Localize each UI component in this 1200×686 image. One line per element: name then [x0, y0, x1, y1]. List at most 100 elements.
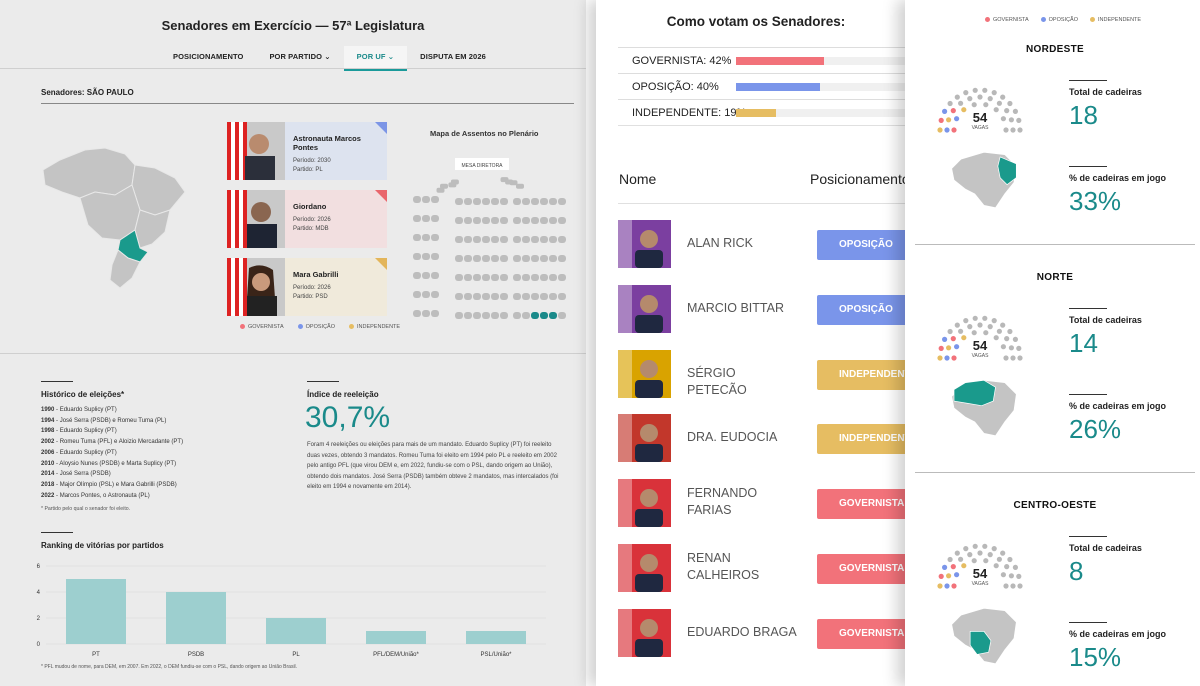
plenary-seat	[422, 291, 430, 298]
x-tick-label: PFL/DEM/União*	[373, 652, 419, 656]
senator-row[interactable]: EDUARDO BRAGA GOVERNISTA	[618, 608, 916, 661]
plenary-seat	[431, 310, 439, 317]
senator-name: MARCIO BITTAR	[687, 300, 784, 315]
plenary-seat	[473, 274, 481, 281]
history-year: 1994	[41, 417, 55, 424]
history-year: 1990	[41, 407, 55, 413]
plenary-seat	[473, 236, 481, 243]
senator-row[interactable]: RENAN CALHEIROS GOVERNISTA	[618, 544, 916, 596]
plenary-seat	[440, 183, 448, 189]
x-tick-label: PSDB	[188, 652, 204, 656]
senator-row[interactable]: FERNANDO FARIAS GOVERNISTA	[618, 479, 916, 531]
plenary-seat	[500, 312, 508, 319]
history-text: - José Serra (PSDB) e Romeu Tuma (PL)	[54, 417, 167, 424]
plenary-seat	[413, 291, 421, 298]
history-text: - Aloysio Nunes (PSDB) e Marta Suplicy (…	[54, 460, 177, 467]
plenary-seat	[491, 274, 499, 281]
region-map[interactable]	[939, 150, 1029, 210]
brazil-map[interactable]	[40, 140, 190, 290]
senator-row[interactable]: ALAN RICK OPOSIÇÃO	[618, 220, 916, 272]
votes-title: Como votam os Senadores:	[666, 14, 846, 29]
region-map[interactable]	[939, 378, 1029, 438]
total-seats-value: 18	[1069, 100, 1098, 130]
divider	[0, 68, 586, 69]
history-item: 2006 - Eduardo Suplicy (PT)	[41, 448, 183, 459]
y-tick-label: 2	[37, 616, 41, 622]
plenary-seat	[422, 272, 430, 279]
senator-name: Mara Gabrilli	[293, 270, 339, 279]
seat-dot	[996, 100, 1002, 106]
tab-label: POR UF	[356, 52, 386, 61]
senator-row[interactable]: DRA. EUDOCIA INDEPENDENTE	[618, 414, 916, 466]
legend-dot	[985, 17, 990, 23]
uf-panel: Senadores em Exercício — 57ª Legislatura…	[0, 0, 586, 686]
plenary-seat	[549, 274, 557, 281]
senator-card[interactable]: Giordano Período: 2026 Partido: MDB	[227, 190, 387, 248]
plenary-seat	[531, 293, 539, 300]
senator-card[interactable]: Mara Gabrilli Período: 2026 Partido: PSD	[227, 258, 387, 316]
seat-dot	[982, 87, 988, 93]
vote-label: OPOSIÇÃO: 40%	[632, 81, 719, 93]
region-map[interactable]	[939, 606, 1029, 666]
legend-dot	[1090, 17, 1095, 23]
seat-dot	[991, 318, 997, 324]
seat-dot	[982, 315, 988, 321]
legend-dot	[349, 324, 354, 330]
senator-name: EDUARDO BRAGA	[687, 624, 797, 639]
plenary-seat	[455, 274, 463, 281]
seat-count: 54	[972, 338, 988, 353]
plenary-seat	[482, 274, 490, 281]
history-text: - Marcos Pontes, o Astronauta (PL)	[54, 492, 150, 499]
seat-dot	[982, 543, 988, 549]
plenary-seat	[422, 253, 430, 260]
divider	[0, 353, 586, 354]
pct-seats-label: % de cadeiras em jogo	[1069, 173, 1167, 183]
plenary-seat	[482, 312, 490, 319]
tab-label: POR PARTIDO	[269, 52, 323, 61]
plenary-seat	[531, 198, 539, 205]
column-header-name[interactable]: Nome	[619, 171, 656, 187]
vote-track	[736, 83, 916, 91]
legend-dot	[240, 324, 245, 330]
history-title: Histórico de eleições*	[41, 390, 125, 399]
vote-label: GOVERNISTA: 42%	[632, 55, 732, 67]
plenary-seat	[473, 198, 481, 205]
seat-hemicycle: 54 VAGAS	[935, 80, 1025, 136]
seat-dot	[1007, 100, 1013, 107]
senator-row[interactable]: MARCIO BITTAR OPOSIÇÃO	[618, 284, 916, 337]
tab-label: DISPUTA EM 2026	[420, 52, 486, 61]
history-item: 2010 - Aloysio Nunes (PSDB) e Marta Supl…	[41, 459, 183, 470]
plenary-seat	[513, 217, 521, 224]
map-region-north[interactable]	[42, 147, 136, 199]
pct-seats-label: % de cadeiras em jogo	[1069, 401, 1167, 411]
legend-label: INDEPENDENTE	[1098, 17, 1142, 23]
senator-name: RENAN CALHEIROS	[687, 551, 760, 582]
map-region-northeast[interactable]	[131, 164, 186, 216]
map-region-southeast[interactable]	[134, 209, 171, 249]
plenary-seat	[522, 293, 530, 300]
ranking-title: Ranking de vitórias por partidos	[41, 541, 164, 550]
vote-bar	[736, 57, 825, 65]
plenary-seat	[455, 293, 463, 300]
senator-row[interactable]: SÉRGIO PETECÃO INDEPENDENTE	[618, 349, 916, 402]
bar	[66, 579, 126, 644]
position-marker	[375, 258, 387, 270]
seat-count-label: VAGAS	[971, 581, 989, 587]
history-item: 2014 - José Serra (PSDB)	[41, 469, 183, 480]
column-header-position[interactable]: Posicionamento	[810, 171, 910, 187]
ranking-footnote: * PFL mudou de nome, para DEM, em 2007. …	[41, 664, 298, 670]
plenary-seat	[464, 293, 472, 300]
legend-item: OPOSIÇÃO	[297, 324, 335, 330]
senator-card[interactable]: Astronauta Marcos Pontes Período: 2030 P…	[227, 122, 387, 180]
vote-track	[736, 57, 916, 65]
seat-dot	[983, 558, 989, 564]
plenary-seat	[491, 217, 499, 224]
plenary-seat	[558, 255, 566, 262]
plenary-seat-map: MESA DIRETORA	[413, 158, 566, 319]
seat-dot	[996, 556, 1002, 562]
history-item: 1990 - Eduardo Suplicy (PT)	[41, 405, 183, 416]
plenary-seat	[455, 198, 463, 205]
region-title: CENTRO-OESTE	[1013, 500, 1097, 511]
pct-seats-value: 15%	[1069, 642, 1122, 672]
divider	[618, 203, 916, 204]
